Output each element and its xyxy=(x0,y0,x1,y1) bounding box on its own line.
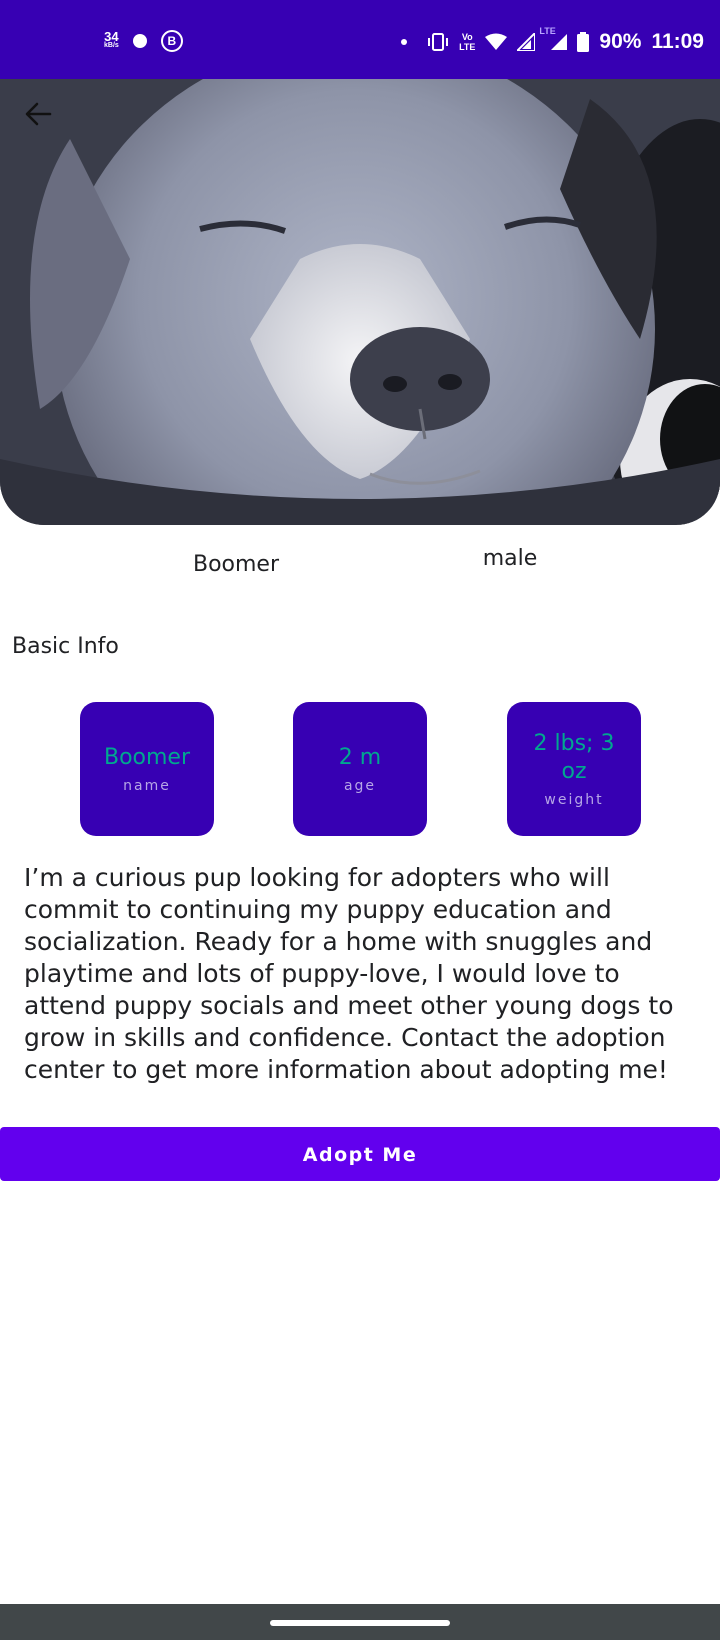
pet-sex: male xyxy=(482,546,538,571)
info-card-value: 2 lbs; 3 oz xyxy=(533,731,615,784)
notification-dot-icon xyxy=(132,34,147,48)
pet-name: Boomer xyxy=(192,552,280,577)
pet-description: I’m a curious pup looking for adopters w… xyxy=(24,863,674,1084)
net-speed-unit: kB/s xyxy=(104,42,119,49)
battery-percent: 90% xyxy=(599,30,642,53)
vibrate-icon xyxy=(428,33,449,51)
info-card-label: weight xyxy=(544,792,604,808)
clock: 11:09 xyxy=(651,30,704,53)
info-card-label: name xyxy=(123,778,171,794)
lte-signal-icon: LTE xyxy=(539,26,568,52)
adopt-me-button[interactable]: Adopt Me xyxy=(0,1127,720,1181)
info-card-name: Boomer name xyxy=(80,702,214,836)
info-card-value: 2 m xyxy=(338,745,382,770)
status-bar: 34 kB/s B Vo LTE LTE 90% 11:09 xyxy=(0,0,720,79)
notification-dot-icon xyxy=(401,39,408,45)
info-card-age: 2 m age xyxy=(293,702,427,836)
volte-icon: Vo LTE xyxy=(459,32,475,52)
info-card-value: Boomer xyxy=(103,745,191,770)
arrow-back-icon[interactable] xyxy=(20,96,56,132)
volte-line2: LTE xyxy=(459,42,476,52)
battery-icon xyxy=(577,32,590,52)
home-gesture-handle[interactable] xyxy=(270,1620,450,1626)
section-title: Basic Info xyxy=(12,634,119,659)
signal-icon xyxy=(517,33,536,51)
app-badge-icon: B xyxy=(160,30,183,52)
network-speed: 34 kB/s xyxy=(104,30,119,50)
info-card-label: age xyxy=(343,778,377,794)
pet-photo xyxy=(0,79,720,525)
wifi-icon xyxy=(485,33,508,50)
volte-line1: Vo xyxy=(461,32,473,42)
info-card-weight: 2 lbs; 3 oz weight xyxy=(507,702,641,836)
